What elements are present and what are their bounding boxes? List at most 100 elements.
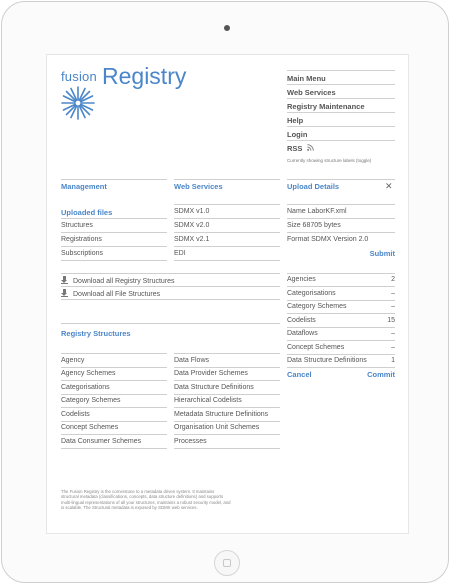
count-value-concept-schemes: – [391, 344, 395, 351]
divider [61, 179, 167, 180]
footer-description: The Fusion Registry is the cornerstone t… [61, 489, 231, 510]
registry-structures-heading: Registry Structures [61, 329, 131, 338]
management-item-structures[interactable]: Structures [61, 222, 93, 229]
divider [61, 407, 167, 408]
download-registry-label: Download all Registry Structures [73, 278, 175, 285]
structure-data-flows[interactable]: Data Flows [174, 357, 209, 364]
divider [61, 286, 280, 287]
home-square-icon [223, 559, 231, 567]
divider [174, 421, 280, 422]
web-services-heading: Web Services [174, 182, 223, 191]
divider [174, 204, 280, 205]
commit-button[interactable]: Commit [357, 370, 395, 379]
submit-button[interactable]: Submit [367, 249, 395, 258]
divider [287, 179, 395, 180]
management-heading: Management [61, 182, 107, 191]
structure-codelists[interactable]: Codelists [61, 411, 90, 418]
divider [174, 380, 280, 381]
structure-agency[interactable]: Agency [61, 357, 84, 364]
divider [287, 204, 395, 205]
count-label-categorisations: Categorisations [287, 290, 336, 297]
rss-icon [306, 144, 314, 153]
cancel-button[interactable]: Cancel [287, 370, 312, 379]
divider [287, 232, 395, 233]
divider [174, 232, 280, 233]
count-value-dataflows: – [391, 330, 395, 337]
menu-help[interactable]: Help [287, 112, 395, 126]
structure-processes[interactable]: Processes [174, 438, 207, 445]
download-file-label: Download all File Structures [73, 291, 161, 298]
count-value-codelists: 15 [387, 317, 395, 324]
count-label-concept-schemes: Concept Schemes [287, 344, 345, 351]
divider [287, 367, 395, 368]
ws-sdmx-v10[interactable]: SDMX v1.0 [174, 208, 209, 215]
upload-file-name: Name LaborKF.xml [287, 208, 347, 215]
count-value-agencies: 2 [391, 276, 395, 283]
count-value-dsd: 1 [391, 357, 395, 364]
camera-dot [224, 25, 230, 31]
divider [287, 313, 395, 314]
home-button[interactable] [214, 550, 240, 576]
ws-sdmx-v21[interactable]: SDMX v2.1 [174, 236, 209, 243]
divider [174, 434, 280, 435]
ws-edi[interactable]: EDI [174, 250, 186, 257]
management-item-subscriptions[interactable]: Subscriptions [61, 250, 103, 257]
upload-file-size: Size 68705 bytes [287, 222, 341, 229]
download-icon [61, 276, 68, 284]
structure-hierarchical-codelists[interactable]: Hierarchical Codelists [174, 397, 242, 404]
count-label-dataflows: Dataflows [287, 330, 318, 337]
download-file-structures[interactable]: Download all File Structures [61, 289, 160, 298]
registry-logo-icon [60, 85, 96, 126]
download-icon [61, 289, 68, 297]
structure-category-schemes[interactable]: Category Schemes [61, 397, 121, 404]
divider [174, 179, 280, 180]
app-screen: fusion Registry Main Menu Web Services R… [46, 54, 409, 534]
menu-rss[interactable]: RSS [287, 140, 395, 154]
divider [287, 286, 395, 287]
divider [287, 340, 395, 341]
management-item-registrations[interactable]: Registrations [61, 236, 102, 243]
divider [61, 273, 280, 274]
structure-organisation-unit-schemes[interactable]: Organisation Unit Schemes [174, 424, 259, 431]
structure-agency-schemes[interactable]: Agency Schemes [61, 370, 115, 377]
menu-web-services[interactable]: Web Services [287, 84, 395, 98]
menu-rss-label: RSS [287, 144, 303, 153]
upload-file-format: Format SDMX Version 2.0 [287, 236, 369, 243]
divider [287, 300, 395, 301]
structure-labels-toggle-note[interactable]: Currently showing structure labels (togg… [287, 158, 371, 163]
divider [287, 273, 395, 274]
close-icon[interactable]: ✕ [385, 181, 393, 192]
divider [174, 394, 280, 395]
brand-registry-text: Registry [102, 63, 187, 89]
divider [174, 218, 280, 219]
divider [61, 380, 167, 381]
ws-sdmx-v20[interactable]: SDMX v2.0 [174, 222, 209, 229]
structure-dsd[interactable]: Data Structure Definitions [174, 384, 254, 391]
divider [61, 232, 167, 233]
divider [174, 367, 280, 368]
download-registry-structures[interactable]: Download all Registry Structures [61, 276, 175, 285]
divider [61, 323, 280, 324]
menu-registry-maintenance[interactable]: Registry Maintenance [287, 98, 395, 112]
tablet-frame: fusion Registry Main Menu Web Services R… [1, 1, 449, 583]
menu-login[interactable]: Login [287, 126, 395, 140]
menu-main-menu[interactable]: Main Menu [287, 70, 395, 84]
divider [61, 367, 167, 368]
structure-concept-schemes[interactable]: Concept Schemes [61, 424, 118, 431]
count-label-category-schemes: Category Schemes [287, 303, 347, 310]
divider [287, 327, 395, 328]
divider [61, 299, 280, 300]
divider [174, 260, 280, 261]
count-value-categorisations: – [391, 290, 395, 297]
upload-details-heading: Upload Details [287, 182, 340, 191]
divider [61, 394, 167, 395]
uploaded-files-link[interactable]: Uploaded files [61, 208, 112, 217]
structure-data-provider-schemes[interactable]: Data Provider Schemes [174, 370, 248, 377]
divider [61, 260, 167, 261]
structure-categorisations[interactable]: Categorisations [61, 384, 110, 391]
divider [61, 434, 167, 435]
structure-msd[interactable]: Metadata Structure Definitions [174, 411, 268, 418]
divider [61, 421, 167, 422]
structure-data-consumer-schemes[interactable]: Data Consumer Schemes [61, 438, 141, 445]
divider [61, 448, 167, 449]
